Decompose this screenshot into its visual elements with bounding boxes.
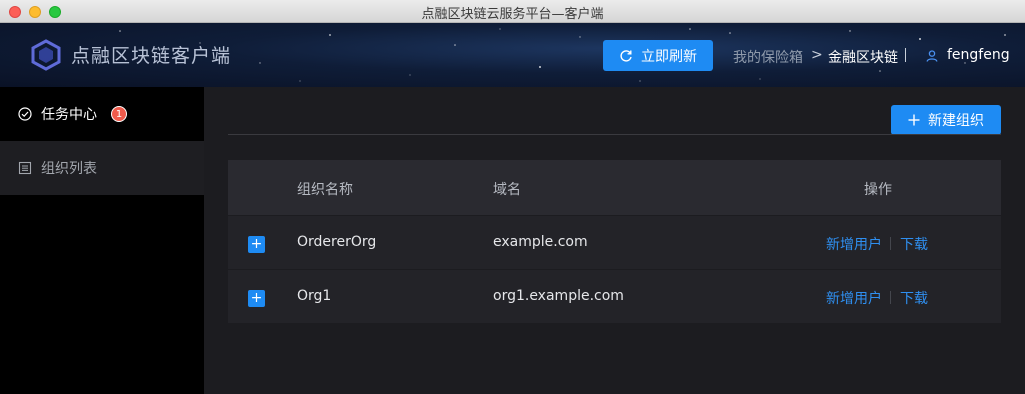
- operation-divider: [890, 237, 891, 250]
- refresh-label: 立即刷新: [641, 48, 697, 65]
- header-divider: [905, 48, 906, 62]
- main-content: 新建组织 组织名称 域名 操作 + OrdererOrg example.com…: [204, 87, 1025, 394]
- org-table: 组织名称 域名 操作 + OrdererOrg example.com 新增用户…: [228, 160, 1001, 324]
- download-link[interactable]: 下载: [900, 288, 928, 308]
- column-header-name: 组织名称: [297, 182, 353, 198]
- org-name: OrdererOrg: [297, 234, 377, 250]
- app-name: 点融区块链客户端: [71, 45, 232, 67]
- download-link[interactable]: 下载: [900, 234, 928, 254]
- org-domain: org1.example.com: [493, 288, 624, 304]
- breadcrumb-current: 金融区块链: [828, 50, 898, 66]
- window-title: 点融区块链云服务平台—客户端: [421, 7, 604, 22]
- plus-icon: [908, 114, 920, 126]
- notification-badge: 1: [111, 106, 127, 122]
- org-domain: example.com: [493, 234, 588, 250]
- new-org-label: 新建组织: [928, 113, 984, 129]
- sidebar-item-tasks[interactable]: 任务中心 1: [0, 87, 204, 141]
- add-user-link[interactable]: 新增用户: [826, 234, 882, 254]
- window-titlebar: 点融区块链云服务平台—客户端: [0, 0, 1025, 23]
- expand-row-button[interactable]: +: [248, 290, 265, 307]
- breadcrumb-separator: >: [811, 47, 823, 63]
- sidebar-item-label: 任务中心: [41, 107, 97, 123]
- sidebar-item-label: 组织列表: [41, 161, 97, 177]
- username[interactable]: fengfeng: [947, 47, 1010, 63]
- expand-row-button[interactable]: +: [248, 236, 265, 253]
- org-name: Org1: [297, 288, 332, 304]
- app-header: 点融区块链客户端 立即刷新 我的保险箱 > 金融区块链 fengfeng: [0, 23, 1025, 87]
- check-circle-icon: [18, 107, 32, 121]
- list-icon: [18, 161, 32, 175]
- operation-divider: [890, 291, 891, 304]
- table-row: + Org1 org1.example.com 新增用户 下载: [228, 270, 1001, 324]
- column-header-domain: 域名: [493, 182, 521, 198]
- toolbar-divider: [228, 134, 1001, 135]
- table-row: + OrdererOrg example.com 新增用户 下载: [228, 216, 1001, 270]
- hexagon-logo-icon: [31, 39, 61, 71]
- user-icon: [926, 50, 938, 62]
- table-header: 组织名称 域名 操作: [228, 160, 1001, 216]
- breadcrumb-parent[interactable]: 我的保险箱: [733, 47, 803, 67]
- refresh-button[interactable]: 立即刷新: [603, 40, 713, 71]
- refresh-icon: [620, 49, 632, 62]
- sidebar-item-org-list[interactable]: 组织列表: [0, 141, 204, 195]
- add-user-link[interactable]: 新增用户: [826, 288, 882, 308]
- column-header-operations: 操作: [864, 182, 892, 198]
- sidebar: 任务中心 1 组织列表: [0, 87, 204, 394]
- new-org-button[interactable]: 新建组织: [891, 105, 1001, 135]
